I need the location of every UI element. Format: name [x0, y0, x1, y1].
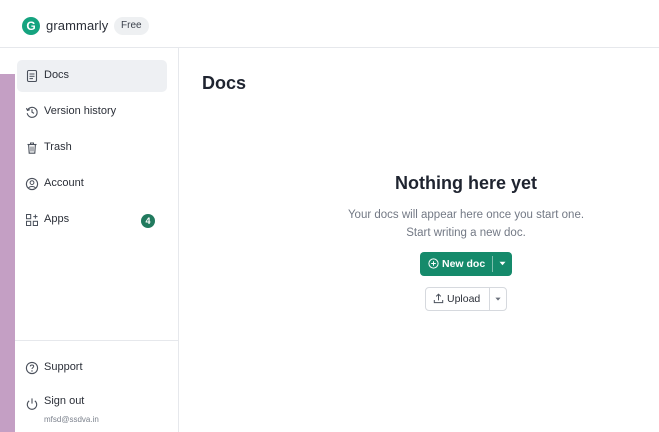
brand-name: grammarly: [46, 18, 109, 33]
chevron-down-icon: [499, 261, 506, 266]
new-doc-options-button[interactable]: [493, 252, 512, 276]
empty-state-message: Your docs will appear here once you star…: [347, 209, 585, 221]
upload-icon: [433, 293, 444, 304]
new-doc-label: New doc: [442, 258, 486, 270]
apps-count-badge: 4: [141, 214, 155, 228]
upload-label: Upload: [447, 293, 481, 305]
sidebar-divider: [15, 340, 179, 341]
sidebar-item-label: Trash: [44, 141, 72, 153]
sidebar-item-label: Sign out: [44, 395, 85, 407]
sidebar-item-version-history[interactable]: Version history: [17, 96, 167, 128]
window-edge-accent: [0, 74, 15, 432]
sidebar-item-label: Apps: [44, 213, 70, 225]
sidebar-item-trash[interactable]: Trash: [17, 132, 167, 164]
account-icon: [25, 177, 39, 191]
sidebar-item-apps[interactable]: Apps 4: [17, 204, 167, 236]
sidebar-item-docs[interactable]: Docs: [17, 60, 167, 92]
sidebar-item-label: Version history: [44, 105, 117, 117]
sidebar-item-sign-out[interactable]: Sign out mfsd@ssdva.in: [17, 388, 167, 428]
empty-state-title: Nothing here yet: [394, 173, 537, 193]
sidebar-item-support[interactable]: Support: [17, 352, 167, 384]
page-title: Docs: [202, 73, 247, 93]
plan-badge: Free: [114, 17, 149, 35]
sidebar-item-label: Support: [44, 361, 83, 373]
grammarly-logo-icon[interactable]: G: [22, 17, 40, 35]
document-icon: [26, 69, 38, 83]
upload-button[interactable]: Upload: [426, 288, 489, 310]
new-doc-split-button: New doc: [420, 252, 512, 276]
history-icon: [25, 106, 38, 118]
upload-options-button[interactable]: [490, 288, 506, 310]
top-bar: G grammarly Free: [0, 0, 659, 48]
sidebar-item-label: Docs: [44, 69, 70, 81]
sidebar-item-account[interactable]: Account: [17, 168, 167, 200]
plus-circle-icon: [428, 258, 439, 269]
account-email: mfsd@ssdva.in: [44, 415, 99, 424]
sidebar: Docs Version history Trash Account Apps …: [15, 48, 179, 432]
upload-split-button: Upload: [425, 287, 507, 311]
help-icon: [25, 361, 39, 375]
empty-state-hint: Start writing a new doc.: [406, 227, 526, 239]
power-icon: [26, 398, 38, 410]
trash-icon: [27, 142, 37, 154]
chevron-down-icon: [495, 297, 501, 301]
sidebar-item-label: Account: [44, 177, 84, 189]
apps-icon: [26, 214, 38, 226]
new-doc-button[interactable]: New doc: [420, 252, 492, 276]
